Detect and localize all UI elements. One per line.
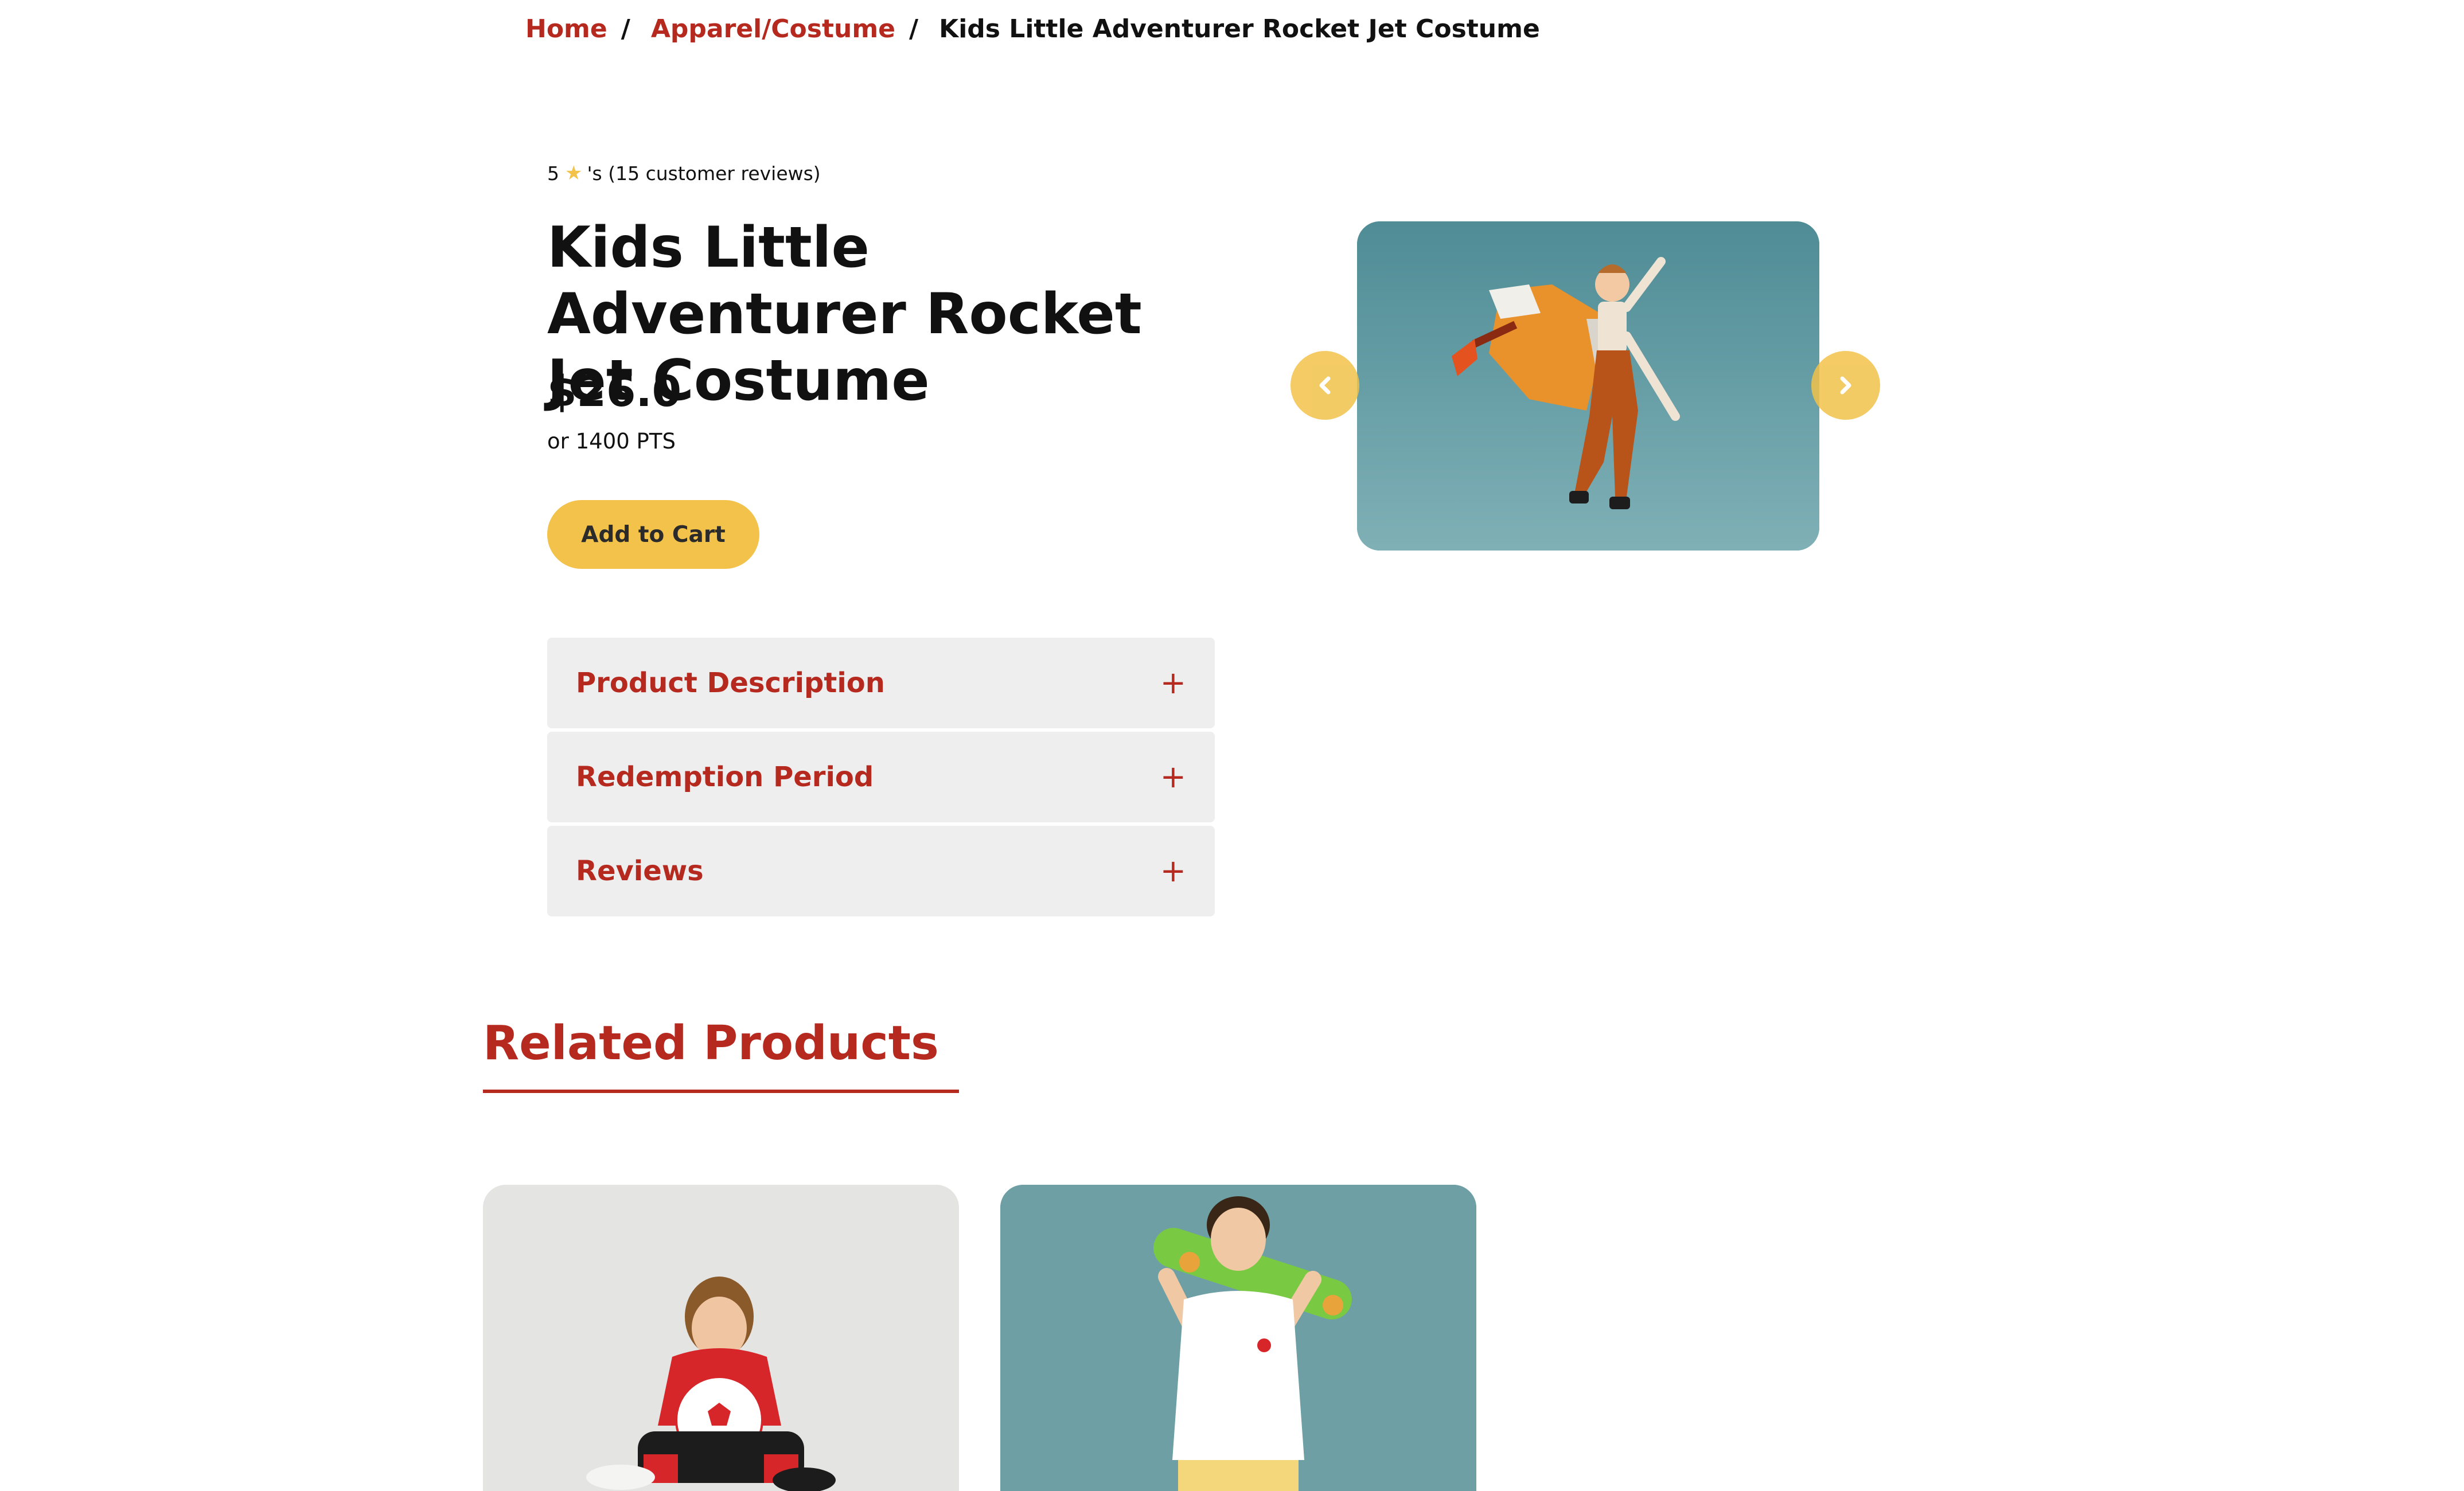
plus-icon: + (1160, 665, 1186, 701)
plus-icon: + (1160, 759, 1186, 795)
product-points: or 1400 PTS (547, 429, 676, 454)
breadcrumb-category-link[interactable]: Apparel/Costume (651, 14, 895, 44)
accordion-reviews[interactable]: Reviews + (547, 826, 1215, 916)
related-product-card[interactable] (483, 1185, 959, 1491)
accordion-title: Redemption Period (576, 761, 874, 793)
breadcrumb-current: Kids Little Adventurer Rocket Jet Costum… (939, 14, 1540, 44)
product-photo-illustration (1357, 221, 1819, 551)
related-product-image (483, 1185, 959, 1491)
star-icon: ★ (565, 162, 583, 185)
chevron-right-icon (1840, 376, 1851, 395)
product-image (1357, 221, 1819, 551)
heading-underline (483, 1090, 959, 1093)
breadcrumb-separator: / (909, 14, 919, 44)
product-rating: 5 ★ 's (15 customer reviews) (547, 162, 821, 185)
rating-reviews-text: 's (15 customer reviews) (587, 162, 821, 185)
related-product-card[interactable] (1000, 1185, 1476, 1491)
product-price: $26.0 (547, 367, 682, 416)
carousel-next-button[interactable] (1811, 351, 1880, 420)
accordion-redemption-period[interactable]: Redemption Period + (547, 732, 1215, 822)
rating-value: 5 (547, 162, 559, 185)
accordion-product-description[interactable]: Product Description + (547, 638, 1215, 728)
chevron-left-icon (1319, 376, 1331, 395)
related-products-heading: Related Products (483, 1016, 939, 1071)
product-image-carousel (1291, 218, 1887, 562)
related-product-image (1000, 1185, 1476, 1491)
breadcrumb: Home / Apparel/Costume / Kids Little Adv… (525, 13, 1540, 45)
carousel-prev-button[interactable] (1291, 351, 1359, 420)
add-to-cart-button[interactable]: Add to Cart (547, 500, 759, 569)
breadcrumb-home-link[interactable]: Home (525, 14, 607, 44)
accordion-title: Reviews (576, 855, 704, 887)
accordion-title: Product Description (576, 667, 885, 699)
plus-icon: + (1160, 853, 1186, 889)
product-accordion: Product Description + Redemption Period … (547, 638, 1215, 920)
breadcrumb-separator: / (621, 14, 630, 44)
